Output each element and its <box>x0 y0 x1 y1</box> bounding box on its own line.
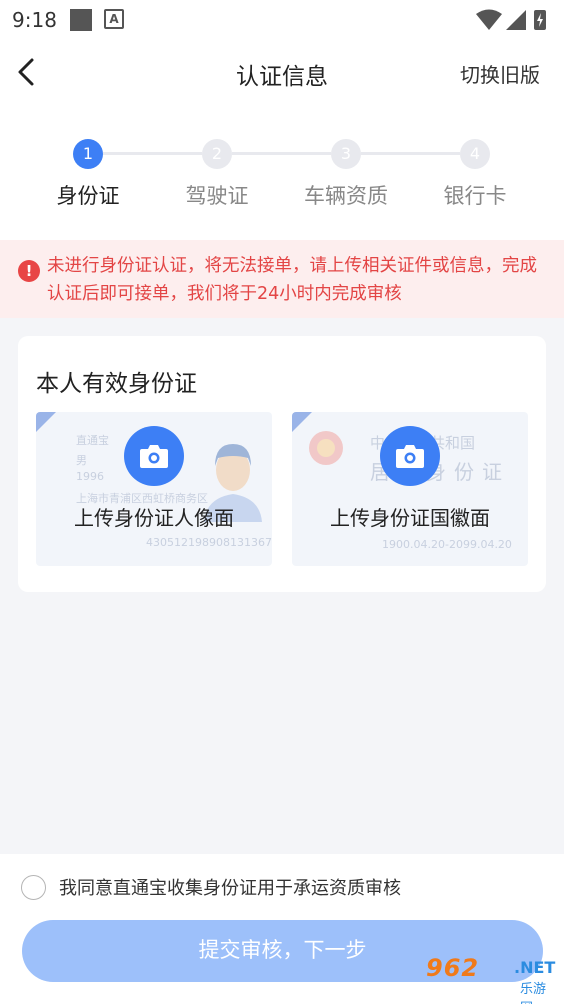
sample-name: 直通宝 <box>76 434 109 447</box>
upload-back-label: 上传身份证国徽面 <box>330 506 490 530</box>
step-4-dot: 4 <box>460 139 490 169</box>
camera-icon <box>396 445 424 468</box>
camera-button[interactable] <box>124 426 184 486</box>
signal-icon <box>506 10 526 30</box>
watermark-suffix: .NET <box>514 958 556 977</box>
step-1-label: 身份证 <box>56 184 120 208</box>
sample-sex: 男 <box>76 454 87 467</box>
camera-icon <box>140 445 168 468</box>
agree-text: 我同意直通宝收集身份证用于承运资质审核 <box>59 878 401 899</box>
step-3-label: 车辆资质 <box>304 184 388 208</box>
status-bar: 9:18 A <box>0 0 564 40</box>
sample-id-number: 430512198908131367 <box>146 536 272 549</box>
upload-id-front[interactable]: 直通宝 男 1996 上海市青浦区西虹桥商务区 4305121989081313… <box>36 412 272 566</box>
camera-button[interactable] <box>380 426 440 486</box>
top-nav-bar: 认证信息 切换旧版 <box>0 40 564 104</box>
sample-year: 1996 <box>76 470 104 483</box>
switch-old-version-button[interactable]: 切换旧版 <box>460 59 540 88</box>
site-watermark-logo: 962 .NET 乐游网 <box>424 952 558 1004</box>
exclamation-icon: ! <box>18 260 40 282</box>
step-1-dot: 1 <box>73 139 103 169</box>
sample-valid-period: 1900.04.20-2099.04.20 <box>382 538 512 551</box>
step-connector <box>361 152 460 155</box>
warning-text: 未进行身份证认证，将无法接单，请上传相关证件或信息，完成认证后即可接单，我们将于… <box>47 256 537 304</box>
warning-banner: ! 未进行身份证认证，将无法接单，请上传相关证件或信息，完成认证后即可接单，我们… <box>0 240 564 318</box>
step-connector <box>103 152 202 155</box>
step-progress: 1 2 3 4 身份证 驾驶证 车辆资质 银行卡 <box>0 104 564 240</box>
step-4-label: 银行卡 <box>443 184 507 208</box>
upload-id-back[interactable]: 中华人民共和国 居民身份证 1900.04.20-2099.04.20 上传身份… <box>292 412 528 566</box>
watermark-site: 乐游网 <box>520 982 547 1004</box>
upload-front-label: 上传身份证人像面 <box>74 506 234 530</box>
sample-ribbon-icon <box>36 412 56 432</box>
notification-square-icon <box>70 9 92 31</box>
wifi-icon <box>476 9 502 30</box>
step-2-dot: 2 <box>202 139 232 169</box>
step-connector <box>232 152 331 155</box>
id-card-section: 本人有效身份证 直通宝 男 1996 上海市青浦区西虹桥商务区 43051219… <box>18 336 546 592</box>
status-time: 9:18 <box>12 8 57 32</box>
status-icons <box>476 9 546 30</box>
section-title: 本人有效身份证 <box>36 371 197 397</box>
watermark-number: 962 <box>426 954 480 982</box>
a-notification-icon: A <box>104 9 124 29</box>
national-emblem-icon <box>309 431 343 465</box>
agree-checkbox[interactable] <box>21 875 46 900</box>
step-2-label: 驾驶证 <box>185 184 249 208</box>
step-3-dot: 3 <box>331 139 361 169</box>
